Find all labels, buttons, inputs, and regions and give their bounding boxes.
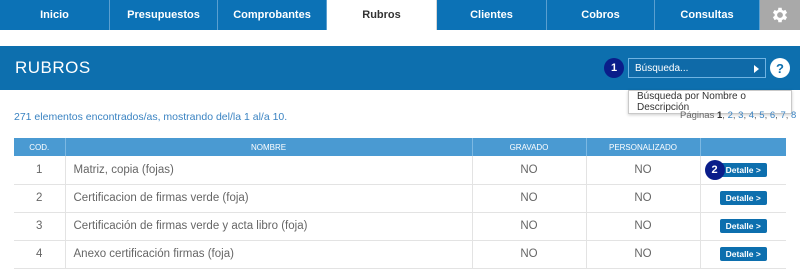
cell-nombre: Anexo certificación firmas (foja): [65, 240, 473, 269]
step-badge-2: 2: [704, 160, 725, 180]
cell-cod: 1: [14, 156, 66, 185]
page-link[interactable]: 4: [749, 110, 754, 121]
cell-cod: 3: [14, 212, 66, 241]
table-row: 2 Certificacion de firmas verde (foja) N…: [14, 184, 786, 213]
page-link[interactable]: 2: [728, 110, 733, 121]
page-link[interactable]: 5: [759, 110, 764, 121]
cell-nombre: Matriz, copia (fojas): [65, 156, 473, 185]
detalle-button[interactable]: Detalle >: [719, 219, 767, 233]
tab-inicio[interactable]: Inicio: [0, 0, 110, 30]
cell-cod: 2: [14, 184, 66, 213]
detalle-button[interactable]: Detalle >: [719, 162, 767, 177]
rubros-table: COD. NOMBRE GRAVADO PERSONALIZADO 1 Matr…: [14, 138, 786, 269]
cell-nombre: Certificacion de firmas verde (foja): [65, 184, 473, 213]
table-row: 4 Anexo certificación firmas (foja) NO N…: [14, 240, 786, 269]
col-actions: [700, 138, 786, 156]
cell-gravado: NO: [472, 240, 587, 269]
step-badge-1: 1: [604, 58, 624, 78]
table-row: 3 Certificación de firmas verde y acta l…: [14, 212, 786, 241]
col-personalizado: PERSONALIZADO: [586, 138, 701, 156]
tab-comprobantes[interactable]: Comprobantes: [218, 0, 327, 30]
page-link[interactable]: 3: [738, 110, 743, 121]
cell-gravado: NO: [472, 184, 587, 213]
table-row: 1 Matriz, copia (fojas) NO NO 2 Detalle …: [14, 156, 786, 185]
cell-personalizado: NO: [586, 212, 701, 241]
page-link[interactable]: 7: [780, 110, 785, 121]
results-summary: 271 elementos encontrados/as, mostrando …: [14, 111, 288, 123]
tab-clientes[interactable]: Clientes: [437, 0, 547, 30]
tab-rubros[interactable]: Rubros: [327, 0, 437, 30]
search-label: Búsqueda...: [635, 62, 689, 74]
pagination-label: Páginas: [680, 110, 715, 121]
help-button[interactable]: ?: [770, 58, 790, 78]
pagination: Páginas 1, 2, 3, 4, 5, 6, 7, 8: [680, 110, 797, 121]
gear-icon: [772, 7, 788, 23]
help-icon: ?: [776, 60, 784, 76]
detalle-button[interactable]: Detalle >: [719, 191, 767, 205]
table-header-row: COD. NOMBRE GRAVADO PERSONALIZADO: [14, 138, 786, 156]
col-cod: COD.: [14, 138, 66, 156]
page-link[interactable]: 6: [770, 110, 775, 121]
page-title: RUBROS: [15, 58, 91, 77]
detalle-button[interactable]: Detalle >: [719, 247, 767, 261]
page-link[interactable]: 8: [791, 110, 796, 121]
tab-presupuestos[interactable]: Presupuestos: [110, 0, 218, 30]
tab-cobros[interactable]: Cobros: [547, 0, 655, 30]
cell-personalizado: NO: [586, 156, 701, 185]
cell-actions: Detalle >: [700, 212, 786, 241]
tab-consultas[interactable]: Consultas: [655, 0, 760, 30]
cell-actions: 2 Detalle >: [700, 156, 786, 185]
cell-actions: Detalle >: [700, 240, 786, 269]
cell-personalizado: NO: [586, 184, 701, 213]
cell-gravado: NO: [472, 156, 587, 185]
col-gravado: GRAVADO: [472, 138, 587, 156]
cell-cod: 4: [14, 240, 66, 269]
col-nombre: NOMBRE: [65, 138, 473, 156]
top-nav: Inicio Presupuestos Comprobantes Rubros …: [0, 0, 800, 30]
settings-button[interactable]: [760, 0, 800, 30]
cell-actions: Detalle >: [700, 184, 786, 213]
cell-personalizado: NO: [586, 240, 701, 269]
page-current: 1: [716, 110, 723, 121]
triangle-right-icon: [754, 65, 759, 73]
search-dropdown[interactable]: Búsqueda...: [628, 58, 766, 78]
cell-nombre: Certificación de firmas verde y acta lib…: [65, 212, 473, 241]
cell-gravado: NO: [472, 212, 587, 241]
